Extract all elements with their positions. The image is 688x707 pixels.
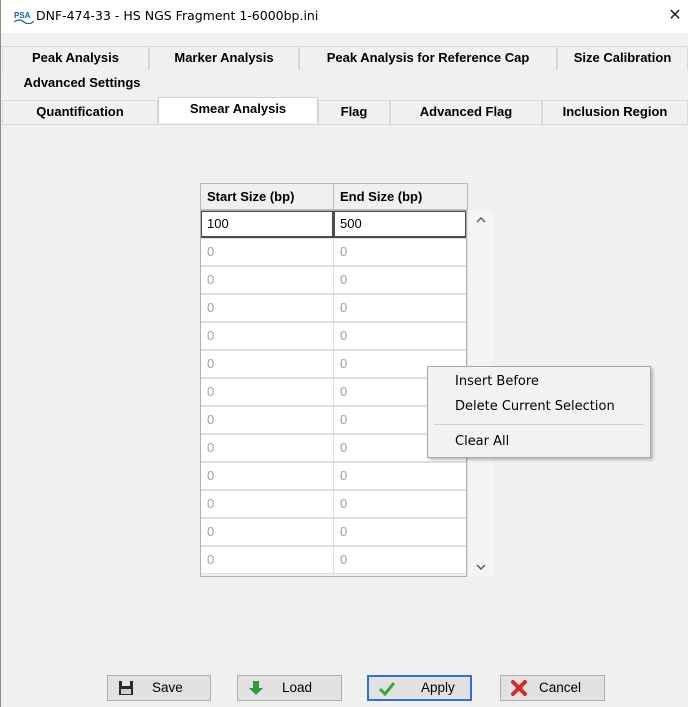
scroll-up-icon[interactable] bbox=[468, 210, 494, 230]
apply-button[interactable]: Apply bbox=[367, 675, 472, 701]
tab-quantification[interactable]: Quantification bbox=[2, 100, 158, 124]
start-size-cell[interactable]: 0 bbox=[200, 378, 334, 406]
start-size-cell[interactable]: 0 bbox=[200, 434, 334, 462]
end-size-cell[interactable]: 500 bbox=[333, 210, 467, 238]
apply-label: Apply bbox=[421, 680, 455, 695]
menu-item-clear-all[interactable]: Clear All bbox=[455, 434, 509, 449]
start-size-cell[interactable]: 0 bbox=[200, 546, 334, 574]
tab-smear-analysis[interactable]: Smear Analysis bbox=[158, 97, 318, 123]
end-size-cell[interactable]: 0 bbox=[333, 546, 467, 574]
end-size-cell[interactable]: 0 bbox=[333, 518, 467, 546]
scroll-down-icon[interactable] bbox=[468, 557, 494, 577]
end-size-cell[interactable]: 0 bbox=[333, 462, 467, 490]
tab-row-3: Quantification Smear Analysis Flag Advan… bbox=[2, 97, 688, 124]
tab-peak-analysis[interactable]: Peak Analysis bbox=[2, 46, 149, 70]
download-arrow-icon bbox=[249, 681, 263, 695]
start-size-cell[interactable]: 0 bbox=[200, 322, 334, 350]
checkmark-icon bbox=[379, 682, 395, 696]
end-size-cell[interactable]: 0 bbox=[333, 490, 467, 518]
menu-separator bbox=[434, 424, 644, 425]
start-size-cell[interactable]: 0 bbox=[200, 266, 334, 294]
tab-size-calibration[interactable]: Size Calibration bbox=[557, 46, 688, 70]
start-size-cell[interactable]: 0 bbox=[200, 350, 334, 378]
load-button[interactable]: Load bbox=[237, 675, 342, 701]
cancel-label: Cancel bbox=[539, 680, 582, 695]
save-label: Save bbox=[152, 680, 183, 695]
start-size-cell[interactable]: 0 bbox=[200, 406, 334, 434]
load-label: Load bbox=[282, 680, 313, 695]
tab-marker-analysis[interactable]: Marker Analysis bbox=[149, 46, 299, 70]
menu-item-delete-current-selection[interactable]: Delete Current Selection bbox=[455, 399, 615, 414]
floppy-disk-icon bbox=[119, 681, 133, 695]
tab-flag[interactable]: Flag bbox=[318, 100, 390, 124]
end-size-cell[interactable]: 0 bbox=[333, 294, 467, 322]
end-size-cell[interactable]: 0 bbox=[333, 322, 467, 350]
start-size-cell[interactable]: 0 bbox=[200, 294, 334, 322]
tab-row-2: Advanced Settings bbox=[2, 72, 688, 96]
tab-advanced-flag[interactable]: Advanced Flag bbox=[390, 100, 542, 124]
window-title: DNF-474-33 - HS NGS Fragment 1-6000bp.in… bbox=[36, 8, 319, 23]
column-header-start-size[interactable]: Start Size (bp) bbox=[200, 183, 334, 210]
end-size-cell[interactable]: 0 bbox=[333, 266, 467, 294]
start-size-cell[interactable]: 0 bbox=[200, 462, 334, 490]
start-size-cell[interactable]: 100 bbox=[200, 210, 334, 238]
save-button[interactable]: Save bbox=[107, 675, 211, 701]
menu-item-insert-before[interactable]: Insert Before bbox=[455, 374, 539, 389]
start-size-cell[interactable]: 0 bbox=[200, 490, 334, 518]
psa-logo-icon: PSA bbox=[14, 10, 34, 24]
end-size-cell[interactable]: 0 bbox=[333, 238, 467, 266]
tab-advanced-settings[interactable]: Advanced Settings bbox=[2, 72, 162, 96]
context-menu: Insert Before Delete Current Selection C… bbox=[427, 366, 651, 458]
close-icon[interactable]: ✕ bbox=[665, 6, 685, 26]
svg-text:PSA: PSA bbox=[14, 11, 31, 20]
tab-inclusion-region[interactable]: Inclusion Region bbox=[542, 100, 688, 124]
button-bar: Save Load Apply Cancel bbox=[2, 649, 688, 707]
start-size-cell[interactable]: 0 bbox=[200, 238, 334, 266]
settings-window: PSA DNF-474-33 - HS NGS Fragment 1-6000b… bbox=[0, 0, 688, 707]
red-x-icon bbox=[511, 680, 527, 696]
start-size-cell[interactable]: 0 bbox=[200, 518, 334, 546]
tab-row-1: Peak Analysis Marker Analysis Peak Analy… bbox=[2, 46, 688, 70]
cancel-button[interactable]: Cancel bbox=[500, 675, 605, 701]
title-bar: PSA DNF-474-33 - HS NGS Fragment 1-6000b… bbox=[1, 0, 688, 33]
tab-peak-analysis-reference-cap[interactable]: Peak Analysis for Reference Cap bbox=[299, 46, 557, 70]
column-header-end-size[interactable]: End Size (bp) bbox=[333, 183, 468, 210]
